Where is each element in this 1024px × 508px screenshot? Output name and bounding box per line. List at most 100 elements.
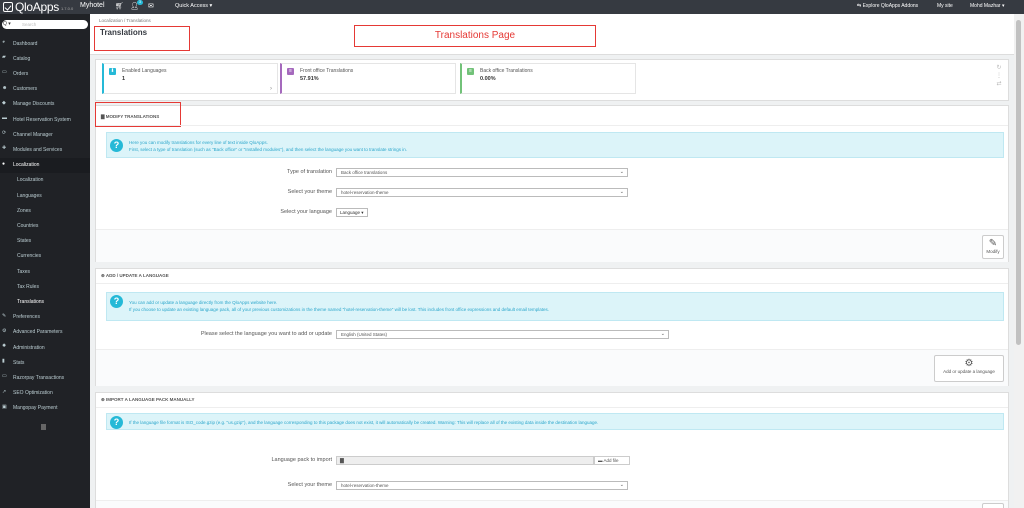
sidebar-item-label: Manage Discounts xyxy=(13,101,55,108)
sidebar-item-channel-manager[interactable]: ⟳ Channel Manager xyxy=(0,127,90,142)
sync-icon[interactable]: ⇄ xyxy=(995,80,1003,88)
sidebar: Q ▾ Search ◕ Dashboard ▰ Catalog ▭ Orders ☻ Cus… xyxy=(0,14,90,508)
breadcrumb: Localization / Translations xyxy=(99,18,151,23)
sidebar-item-modules-and-services[interactable]: ✚ Modules and Services xyxy=(0,142,90,157)
scrollbar-thumb[interactable] xyxy=(1016,20,1021,345)
sidebar-item-razorpay-transactions[interactable]: ▭ Razorpay Transactions xyxy=(0,370,90,385)
sidebar-item-customers[interactable]: ☻ Customers xyxy=(0,82,90,97)
list-icon: ≡ xyxy=(467,68,474,75)
search-input[interactable]: Search xyxy=(22,22,36,27)
sidebar-item-dashboard[interactable]: ◕ Dashboard xyxy=(0,36,90,51)
file-icon: ▇ xyxy=(340,458,344,464)
sidebar-subitem-label: Countries xyxy=(17,222,39,229)
sync-icon: ⟳ xyxy=(2,130,7,137)
chevron-down-icon: ⌄ xyxy=(619,189,624,195)
sidebar-subitem-zones[interactable]: Zones xyxy=(0,203,90,218)
language-select-label: Please select the language you want to a… xyxy=(200,331,332,337)
sidebar-item-label: Preferences xyxy=(13,314,40,321)
top-navbar: QloApps 1.7.0.0 Myhotel 🛒︎ 👤︎ 3 ✉ Quick … xyxy=(0,0,1024,14)
catalog-icon: ▰ xyxy=(2,54,6,61)
sidebar-subitem-countries[interactable]: Countries xyxy=(0,218,90,233)
divider xyxy=(96,283,1008,284)
list-icon: ≡ xyxy=(287,68,294,75)
sidebar-item-hotel-reservation-system[interactable]: ▬ Hotel Reservation System xyxy=(0,112,90,127)
sidebar-item-catalog[interactable]: ▰ Catalog xyxy=(0,51,90,66)
info-alert: ? You can add or update a language direc… xyxy=(106,292,1004,321)
sidebar-subitem-label: Zones xyxy=(17,207,31,214)
add-file-label: Add file xyxy=(603,458,619,463)
card-icon: ▭ xyxy=(2,373,7,380)
explore-addons-label: Explore QloApps Addons xyxy=(862,3,919,9)
import-button[interactable]: ☁ xyxy=(982,503,1004,508)
my-site-link[interactable]: My site xyxy=(937,3,953,9)
select-value: Back office translations xyxy=(341,170,388,175)
chevron-right-icon: › xyxy=(270,86,272,92)
sidebar-item-label: Administration xyxy=(13,344,45,351)
sidebar-subitem-states[interactable]: States xyxy=(0,234,90,249)
sidebar-item-advanced-parameters[interactable]: ⚙ Advanced Parameters xyxy=(0,325,90,340)
cart-icon[interactable]: 🛒︎ xyxy=(115,2,124,10)
sidebar-item-mangopay-payment[interactable]: ▣ Mangopay Payment xyxy=(0,401,90,416)
sidebar-item-localization[interactable]: ● Localization xyxy=(0,157,90,173)
sidebar-item-orders[interactable]: ▭ Orders xyxy=(0,66,90,81)
sidebar-item-manage-discounts[interactable]: ◆ Manage Discounts xyxy=(0,97,90,112)
cogs-icon: ⚙ xyxy=(2,327,7,334)
sidebar-subitem-taxes[interactable]: Taxes xyxy=(0,264,90,279)
sidebar-item-label: Customers xyxy=(13,86,38,93)
sidebar-subitem-label: States xyxy=(17,238,32,245)
import-theme-select[interactable]: hotel-reservation-theme ⌄ xyxy=(336,481,628,490)
file-input[interactable]: ▇ xyxy=(336,456,594,465)
quick-access-menu[interactable]: Quick Access ▾ xyxy=(175,3,212,9)
sidebar-subitem-label: Translations xyxy=(17,298,45,305)
sidebar-subitem-languages[interactable]: Languages xyxy=(0,188,90,203)
info-alert: ? If the language file format is ISO_cod… xyxy=(106,413,1004,430)
sidebar-item-label: Localization xyxy=(13,162,40,169)
shop-name-link[interactable]: Myhotel xyxy=(80,2,105,9)
theme-label: Select your theme xyxy=(287,482,332,488)
sidebar-subitem-localization[interactable]: Localization xyxy=(0,173,90,188)
annotation-label: Translations Page xyxy=(354,25,596,47)
puzzle-icon: ✚ xyxy=(2,145,7,152)
panel-heading-text: IMPORT A LANGUAGE PACK MANUALLY xyxy=(106,397,195,402)
modify-translations-panel: ▇ MODIFY TRANSLATIONS ? Here you can mod… xyxy=(95,102,1009,262)
collapse-sidebar-icon[interactable] xyxy=(41,424,46,430)
select-value: hotel-reservation-theme xyxy=(341,190,389,195)
sidebar-item-preferences[interactable]: ✎ Preferences xyxy=(0,310,90,325)
language-dropdown[interactable]: Language ▾ xyxy=(336,208,368,217)
sidebar-item-seo-optimization[interactable]: ↗ SEO Optimization xyxy=(0,386,90,401)
sidebar-subitem-label: Localization xyxy=(17,177,44,184)
user-menu[interactable]: Mohd Mazhar ▾ xyxy=(970,3,1004,9)
search-type-button[interactable]: Q ▾ xyxy=(3,21,19,28)
language-pack-select[interactable]: English (United States) ⌄ xyxy=(336,330,669,339)
modify-button[interactable]: ✎ Modify xyxy=(982,235,1004,259)
mail-icon[interactable]: ✉ xyxy=(148,2,154,10)
sidebar-subitem-tax-rules[interactable]: Tax Rules xyxy=(0,279,90,294)
refresh-icon[interactable]: ↻ xyxy=(995,64,1003,72)
sidebar-subitem-translations[interactable]: Translations xyxy=(0,294,90,309)
more-icon[interactable]: ⋮ xyxy=(995,72,1003,80)
sidebar-item-label: Mangopay Payment xyxy=(13,405,58,412)
qloapps-logo[interactable]: QloApps 1.7.0.0 xyxy=(3,0,73,14)
sidebar-item-label: Advanced Parameters xyxy=(13,329,63,336)
chevron-down-icon: ⌄ xyxy=(619,169,624,175)
translation-type-select[interactable]: Back office translations ⌄ xyxy=(336,168,628,177)
explore-addons-link[interactable]: ⇆ Explore QloApps Addons xyxy=(857,3,918,9)
logo-check-icon xyxy=(3,2,13,12)
sidebar-item-stats[interactable]: ▮ Stats xyxy=(0,355,90,370)
alert-line: You can add or update a language directl… xyxy=(129,300,278,305)
add-update-language-button[interactable]: ⚙ Add or update a language xyxy=(934,355,1004,382)
kpi-back-office-translations[interactable]: ≡ Back office Translations 0.00% xyxy=(460,63,636,94)
alert-line: If the language file format is ISO_code.… xyxy=(129,420,599,425)
kpi-enabled-languages[interactable]: ⬇ Enabled Languages 1 › xyxy=(102,63,278,94)
theme-select[interactable]: hotel-reservation-theme ⌄ xyxy=(336,188,628,197)
kpi-front-office-translations[interactable]: ≡ Front office Translations 57.91% xyxy=(280,63,456,94)
add-file-button[interactable]: ▬ Add file xyxy=(594,456,630,465)
sidebar-subitem-label: Taxes xyxy=(17,268,31,275)
sidebar-subitem-currencies[interactable]: Currencies xyxy=(0,249,90,264)
sidebar-item-label: Razorpay Transactions xyxy=(13,374,65,381)
customers-icon: ☻ xyxy=(2,84,8,91)
sidebar-item-label: Hotel Reservation System xyxy=(13,116,71,123)
panel-heading: ⊕ ADD / UPDATE A LANGUAGE xyxy=(101,273,169,279)
page-scrollbar[interactable] xyxy=(1014,14,1024,508)
sidebar-item-administration[interactable]: ✹ Administration xyxy=(0,340,90,355)
